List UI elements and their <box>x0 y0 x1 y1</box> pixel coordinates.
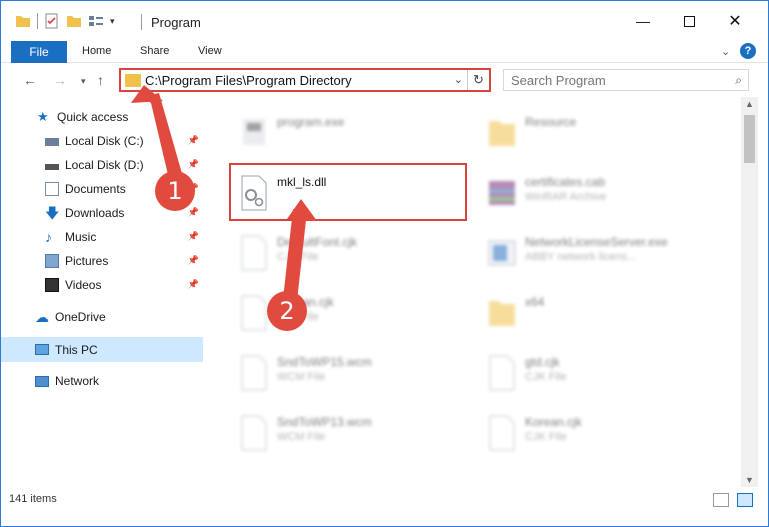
arrow-two <box>283 209 307 301</box>
step-badge-2: 2 <box>267 291 307 331</box>
step-badge-1: 1 <box>155 171 195 211</box>
arrow-two-head <box>287 199 317 221</box>
annotation-arrows <box>131 85 317 301</box>
explorer-window: ▾ Program — ✕ File Home Share View ⌄ ? ←… <box>0 0 769 527</box>
arrow-one <box>143 93 183 179</box>
